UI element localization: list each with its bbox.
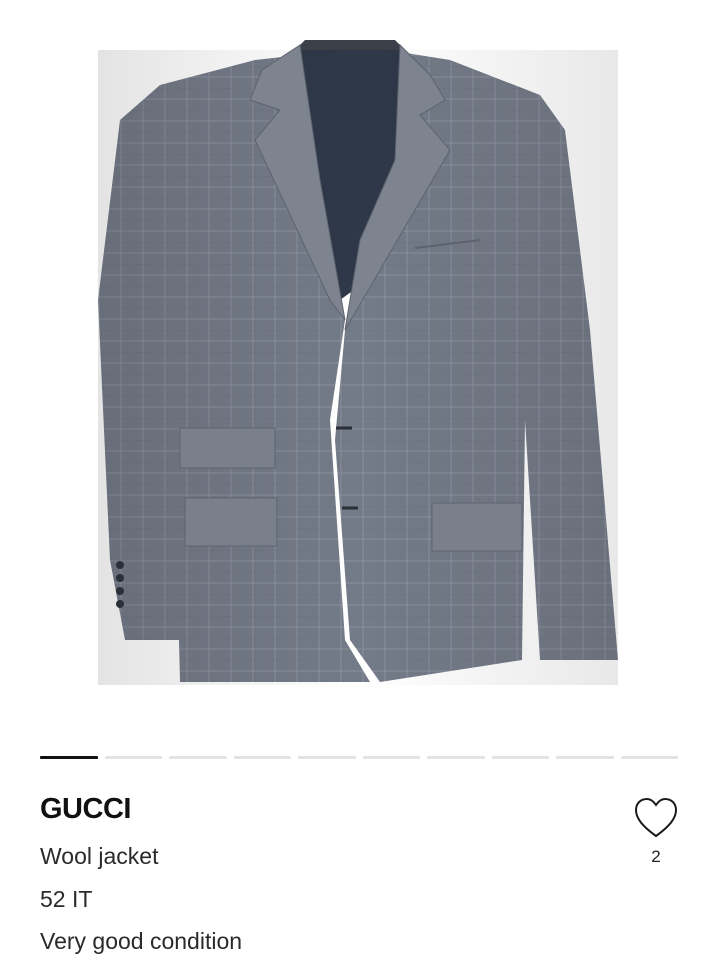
product-condition: Very good condition (40, 928, 243, 954)
product-photo[interactable] (0, 0, 718, 745)
favorite-count: 2 (651, 847, 661, 866)
gallery-dot[interactable] (620, 756, 678, 759)
gallery-dot[interactable] (40, 756, 98, 759)
gallery-dot[interactable] (233, 756, 291, 759)
gallery-dot[interactable] (298, 756, 356, 759)
gallery-dot[interactable] (491, 756, 549, 759)
gallery-dot[interactable] (362, 756, 420, 759)
gallery-pager (40, 756, 678, 760)
product-size: 52 IT (40, 886, 93, 912)
product-brand[interactable]: GUCCI (40, 793, 131, 826)
gallery-dot[interactable] (104, 756, 162, 759)
product-title: Wool jacket (40, 843, 159, 869)
gallery-dot[interactable] (169, 756, 227, 759)
jacket-image (98, 40, 618, 685)
heart-outline-icon (634, 797, 678, 838)
gallery-dot[interactable] (556, 756, 614, 759)
favorite-button[interactable] (630, 796, 682, 840)
gallery-dot[interactable] (427, 756, 485, 759)
